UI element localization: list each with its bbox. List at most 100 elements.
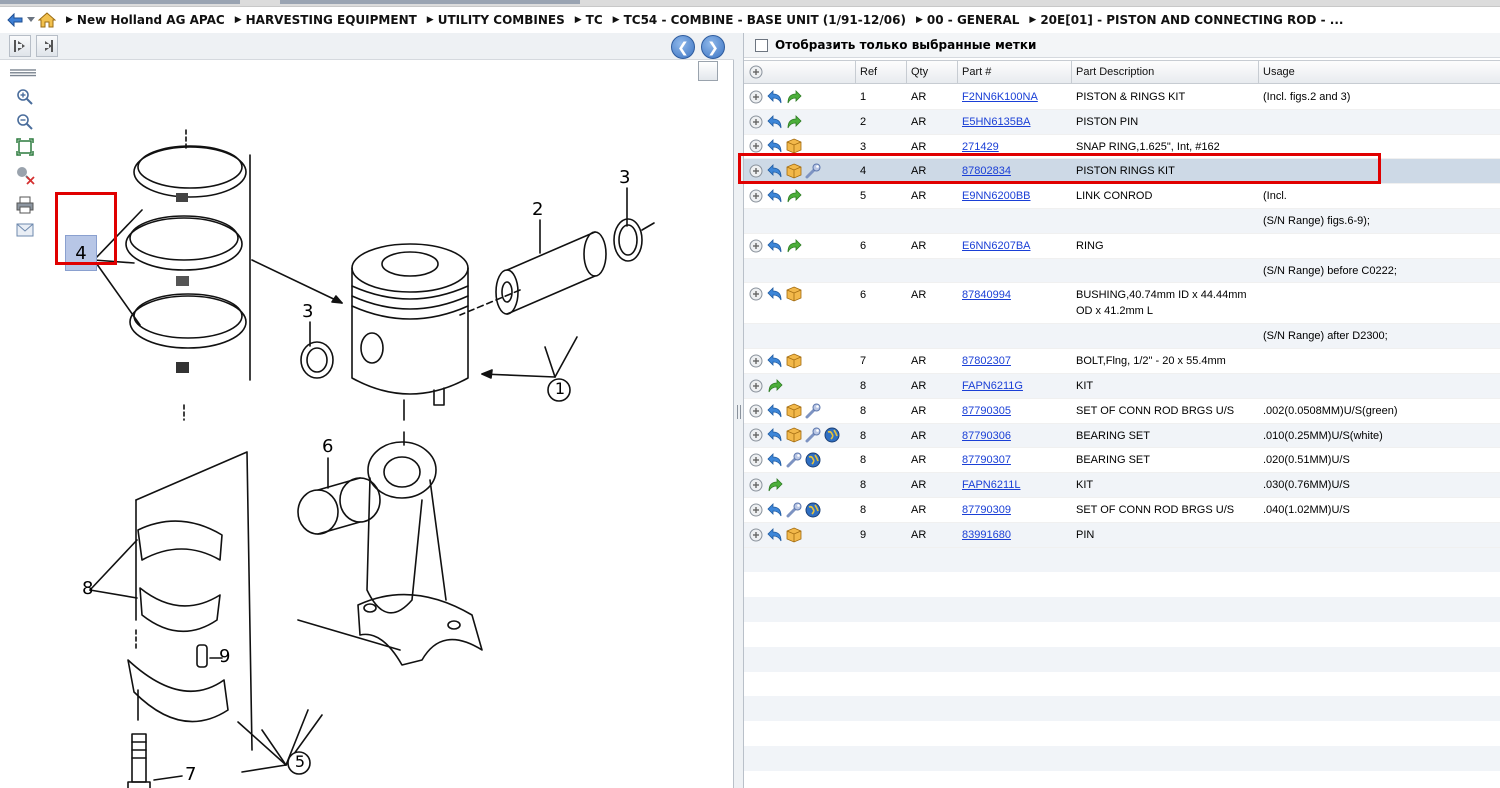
back-reference-icon[interactable] [767,502,783,518]
part-number-link[interactable]: 87790305 [962,405,1011,417]
service-wrench-icon[interactable] [786,502,802,518]
table-row[interactable]: 2 AR E5HN6135BA PISTON PIN [744,109,1500,135]
forward-reference-icon[interactable] [786,114,802,130]
forward-reference-icon[interactable] [786,188,802,204]
breadcrumb-item[interactable]: ▶ HARVESTING EQUIPMENT [235,13,417,27]
table-row[interactable]: 3 AR 271429 SNAP RING,1.625", Int, #162 [744,135,1500,160]
forward-reference-icon[interactable] [786,89,802,105]
collapse-left-button[interactable] [9,35,31,57]
header-ref[interactable]: Ref [856,61,907,83]
table-row[interactable]: 6 AR E6NN6207BA RING [744,234,1500,259]
clear-search-icon[interactable] [14,164,36,186]
parts-box-icon[interactable] [786,527,802,543]
header-qty[interactable]: Qty [907,61,958,83]
add-to-cart-icon[interactable] [748,163,764,179]
cell-part-number[interactable]: F2NN6K100NA [958,85,1072,109]
back-reference-icon[interactable] [767,403,783,419]
callout-6[interactable]: 6 [322,436,333,457]
home-icon[interactable] [38,11,56,29]
service-wrench-icon[interactable] [805,163,821,179]
table-row[interactable]: (S/N Range) after D2300; [744,324,1500,350]
parts-box-icon[interactable] [786,353,802,369]
cell-part-number[interactable]: FAPN6211G [958,374,1072,398]
back-reference-icon[interactable] [767,163,783,179]
fit-to-window-icon[interactable] [14,136,36,158]
table-row[interactable]: 9 AR 83991680 PIN [744,522,1500,548]
part-number-link[interactable]: E5HN6135BA [962,116,1031,128]
next-page-button[interactable]: ❯ [701,35,725,59]
cell-part-number[interactable]: 271429 [958,135,1072,159]
back-reference-icon[interactable] [767,114,783,130]
service-wrench-icon[interactable] [805,403,821,419]
cell-part-number[interactable]: 83991680 [958,523,1072,547]
add-to-cart-icon[interactable] [748,502,764,518]
add-to-cart-icon[interactable] [748,114,764,130]
breadcrumb-item[interactable]: ▶ UTILITY COMBINES [427,13,565,27]
global-availability-icon[interactable] [805,502,821,518]
part-number-link[interactable]: 87802307 [962,355,1011,367]
back-reference-icon[interactable] [767,286,783,302]
breadcrumb-item[interactable]: ▶ TC [575,13,603,27]
table-row[interactable]: 8 AR 87790306 BEARING SET .010(0.25MM)U/S(wh… [744,423,1500,449]
callout-4[interactable]: 4 [65,235,97,271]
cell-part-number[interactable]: E5HN6135BA [958,110,1072,134]
parts-box-icon[interactable] [786,286,802,302]
part-number-link[interactable]: 87840994 [962,289,1011,301]
menu-handle-icon[interactable] [10,68,36,78]
table-row[interactable]: 7 AR 87802307 BOLT,Flng, 1/2" - 20 x 55.4mm [744,349,1500,374]
back-reference-icon[interactable] [767,527,783,543]
cell-part-number[interactable]: 87802834 [958,159,1072,183]
cell-part-number[interactable]: 87790309 [958,498,1072,522]
add-all-icon[interactable] [748,64,764,80]
add-to-cart-icon[interactable] [748,286,764,302]
table-row[interactable]: 8 AR 87790309 SET OF CONN ROD BRGS U/S .040(… [744,498,1500,523]
part-number-link[interactable]: 83991680 [962,529,1011,541]
global-availability-icon[interactable] [805,452,821,468]
part-number-link[interactable]: 87802834 [962,165,1011,177]
back-arrow-icon[interactable] [6,11,24,29]
splitter-grip-icon[interactable] [737,405,741,419]
table-row[interactable]: 8 AR FAPN6211L KIT .030(0.76MM)U/S [744,473,1500,498]
forward-reference-icon[interactable] [767,378,783,394]
table-row[interactable]: 8 AR FAPN6211G KIT [744,373,1500,399]
breadcrumb-item[interactable]: ▶ TC54 - COMBINE - BASE UNIT (1/91-12/06) [613,13,906,27]
add-to-cart-icon[interactable] [748,238,764,254]
back-reference-icon[interactable] [767,238,783,254]
header-part-number[interactable]: Part # [958,61,1072,83]
table-row[interactable]: (S/N Range) before C0222; [744,258,1500,284]
callout-3-left[interactable]: 3 [302,301,313,322]
cell-part-number[interactable]: 87802307 [958,349,1072,373]
chevron-down-icon[interactable] [26,11,36,29]
cell-part-number[interactable]: 87790306 [958,424,1072,448]
back-reference-icon[interactable] [767,89,783,105]
add-to-cart-icon[interactable] [748,138,764,154]
part-number-link[interactable]: 271429 [962,141,999,153]
header-part-description[interactable]: Part Description [1072,61,1259,83]
service-wrench-icon[interactable] [805,427,821,443]
add-to-cart-icon[interactable] [748,477,764,493]
part-number-link[interactable]: FAPN6211G [962,380,1023,392]
part-number-link[interactable]: F2NN6K100NA [962,91,1038,103]
callout-9[interactable]: 9 [219,646,230,667]
parts-box-icon[interactable] [786,403,802,419]
expand-right-button[interactable] [36,35,58,57]
zoom-in-icon[interactable] [14,86,36,108]
header-usage[interactable]: Usage [1259,61,1500,83]
panel-splitter[interactable] [734,33,744,788]
table-row[interactable]: 8 AR 87790307 BEARING SET .020(0.51MM)U/S [744,448,1500,474]
global-availability-icon[interactable] [824,427,840,443]
add-to-cart-icon[interactable] [748,427,764,443]
back-reference-icon[interactable] [767,427,783,443]
email-icon[interactable] [14,219,36,241]
parts-box-icon[interactable] [786,427,802,443]
add-to-cart-icon[interactable] [748,403,764,419]
parts-box-icon[interactable] [786,138,802,154]
forward-reference-icon[interactable] [767,477,783,493]
part-number-link[interactable]: E9NN6200BB [962,190,1031,202]
add-to-cart-icon[interactable] [748,353,764,369]
add-to-cart-icon[interactable] [748,527,764,543]
add-to-cart-icon[interactable] [748,452,764,468]
breadcrumb-item[interactable]: ▶ 00 - GENERAL [916,13,1019,27]
back-reference-icon[interactable] [767,138,783,154]
part-number-link[interactable]: 87790307 [962,454,1011,466]
